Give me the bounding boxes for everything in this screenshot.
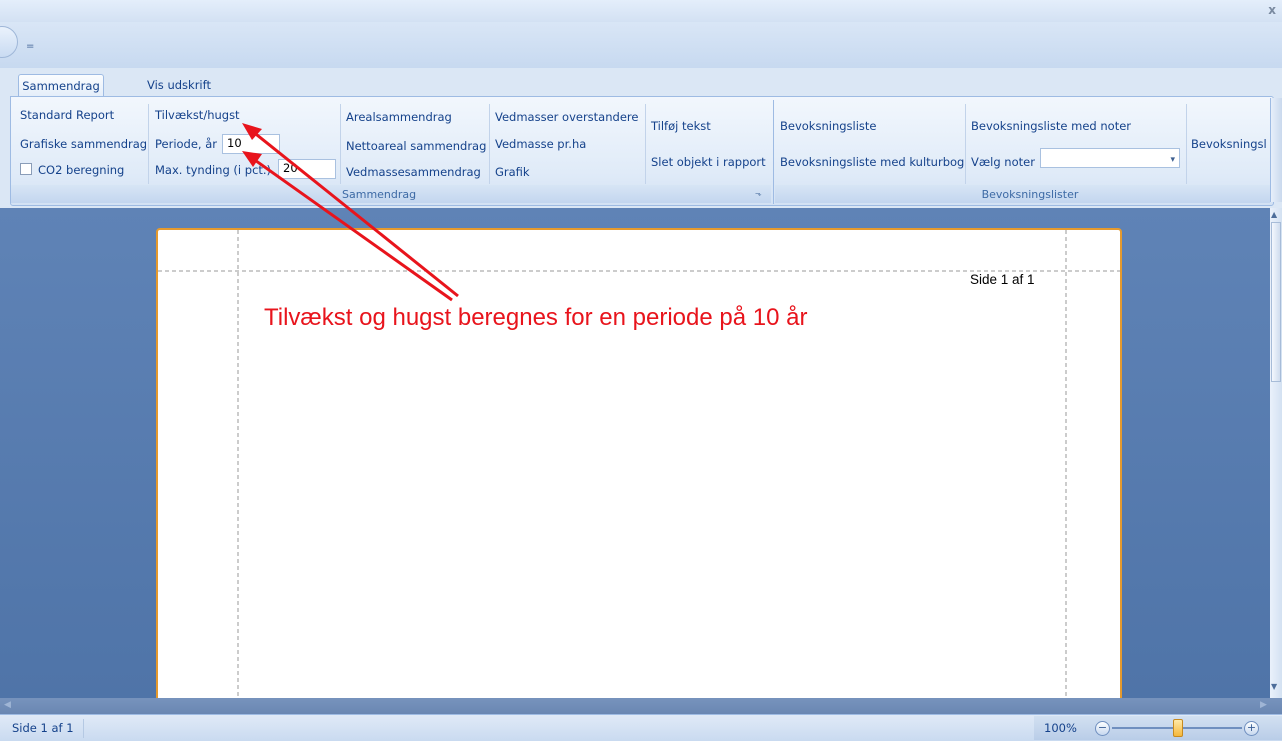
vertical-scroll-thumb[interactable] — [1271, 222, 1281, 382]
zoom-slider-thumb[interactable] — [1173, 719, 1183, 737]
annotation-arrows — [242, 123, 459, 302]
zoom-in-icon[interactable]: + — [1244, 721, 1259, 736]
horizontal-scrollbar[interactable] — [0, 698, 1282, 714]
zoom-out-icon[interactable]: − — [1095, 721, 1110, 736]
scroll-right-icon[interactable]: ▶ — [1260, 700, 1267, 710]
scroll-down-icon[interactable]: ▼ — [1271, 682, 1277, 691]
scroll-left-icon[interactable]: ◀ — [4, 700, 11, 710]
annotation-text: Tilvækst og hugst beregnes for en period… — [264, 304, 808, 331]
zoom-level[interactable]: 100% — [1044, 721, 1077, 735]
scroll-up-icon[interactable]: ▲ — [1271, 210, 1277, 219]
status-page-indicator: Side 1 af 1 — [6, 719, 84, 738]
